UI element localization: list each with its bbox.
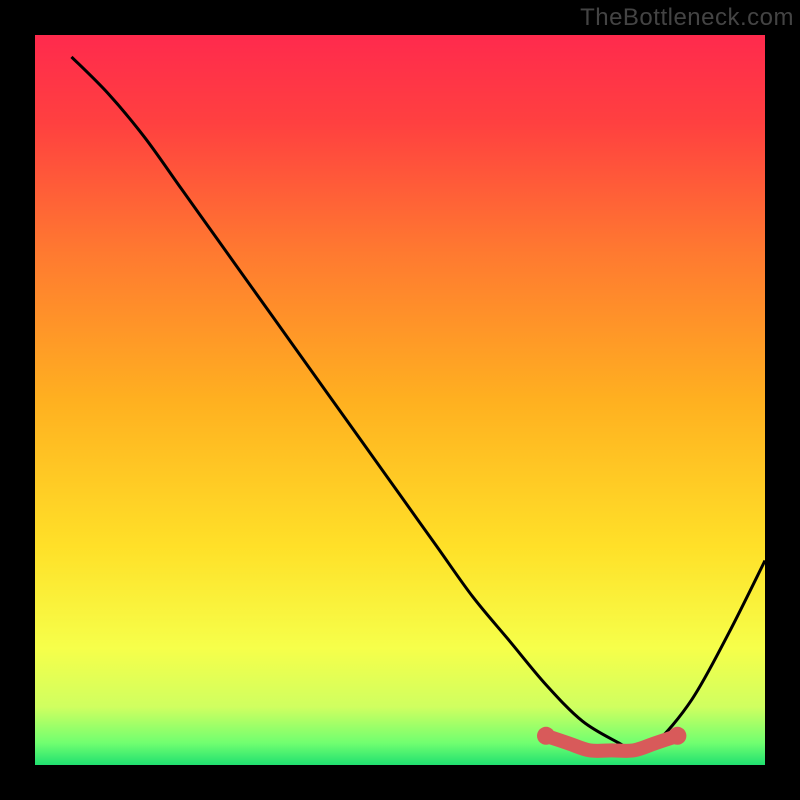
highlight-endpoint-dot [668,727,686,745]
chart-container: TheBottleneck.com [0,0,800,800]
bottleneck-chart [0,0,800,800]
plot-background [35,35,765,765]
watermark-text: TheBottleneck.com [580,4,794,32]
highlight-endpoint-dot [537,727,555,745]
